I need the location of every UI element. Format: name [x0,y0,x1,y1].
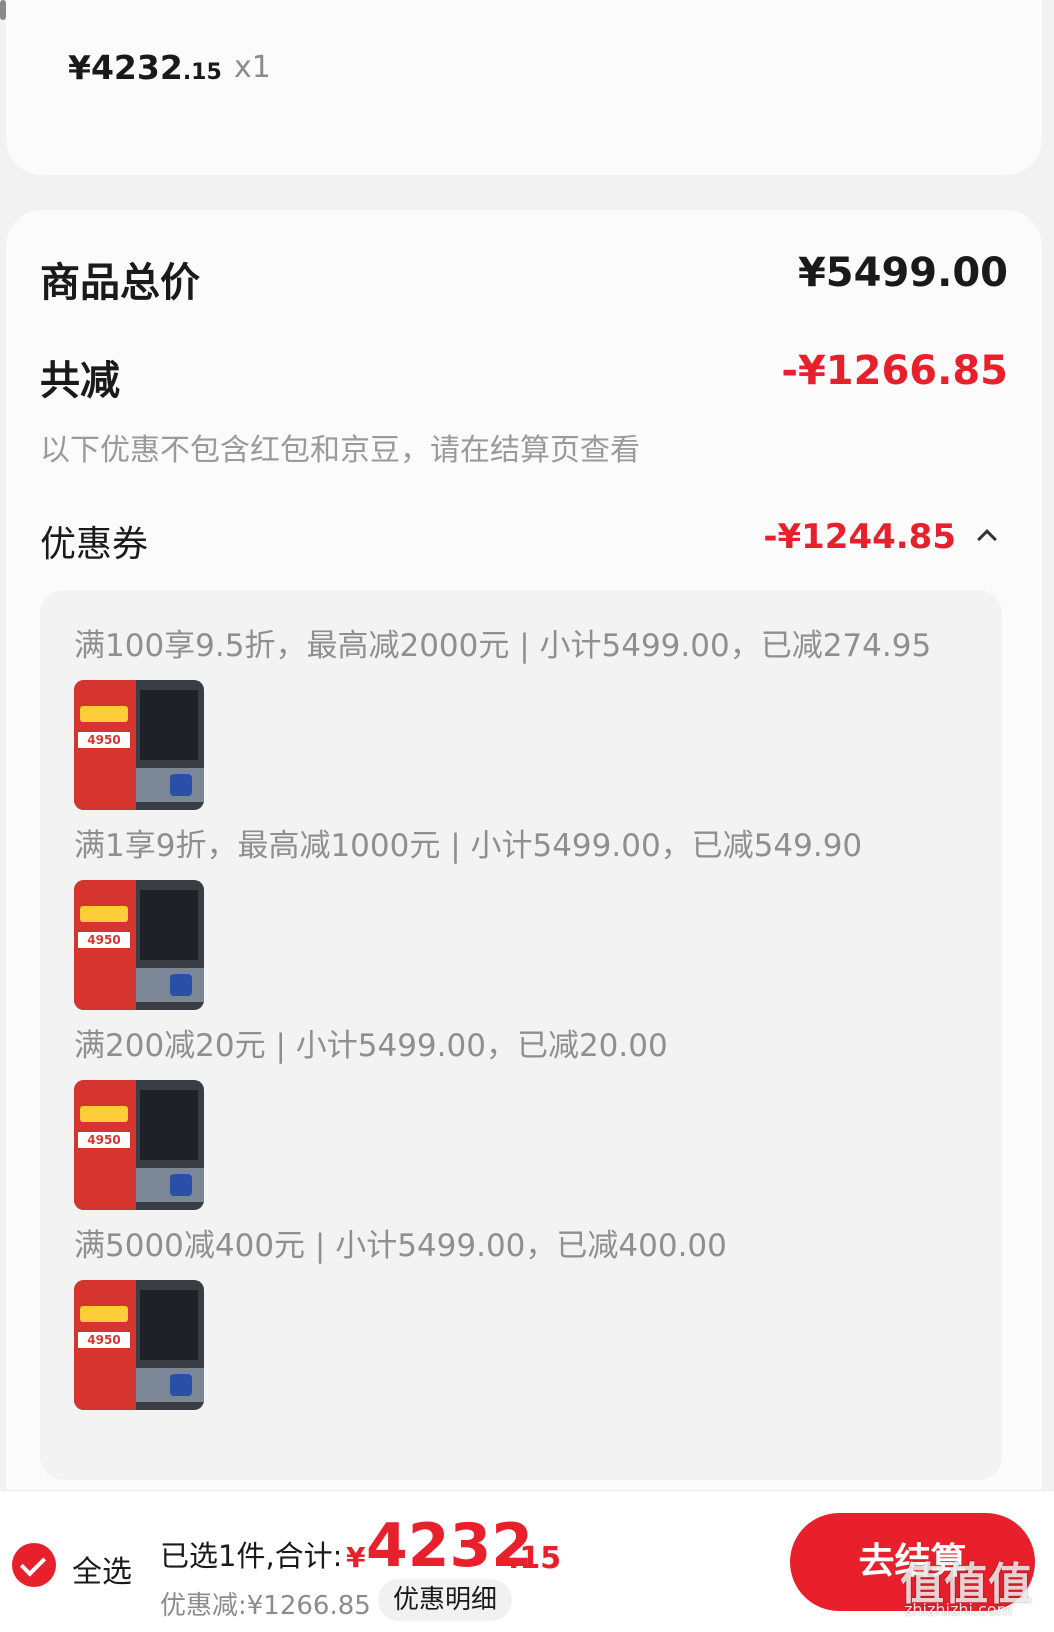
product-quantity: x1 [234,50,271,85]
coupon-rule: 满200减20元 | 小计5499.00，已减20.00 [74,1028,668,1064]
chevron-up-icon[interactable] [977,529,997,549]
checkbox-checked-icon[interactable] [12,1543,56,1587]
reduction-value: -¥1266.85 [781,348,1008,394]
select-all-label[interactable]: 全选 [72,1547,132,1591]
product-price: ¥4232.15 [68,48,222,87]
coupon-value[interactable]: -¥1244.85 [763,517,956,557]
total-price-value: ¥5499.00 [797,250,1008,296]
reduction-label: 共减 [40,358,120,404]
product-thumbnail[interactable]: 4950 [74,1280,204,1410]
discount-note: 以下优惠不包含红包和京豆，请在结算页查看 [40,433,640,468]
total-amount-decimal: .15 [508,1541,562,1576]
coupon-detail-list: 满100享9.5折，最高减2000元 | 小计5499.00，已减274.95 … [40,590,1002,1480]
product-thumbnail[interactable]: 4950 [74,880,204,1010]
coupon-rule: 满100享9.5折，最高减2000元 | 小计5499.00，已减274.95 [74,628,932,664]
selected-summary: 已选1件,合计: [160,1539,343,1573]
discount-detail-button[interactable]: 优惠明细 [378,1579,512,1621]
coupon-rule: 满5000减400元 | 小计5499.00，已减400.00 [74,1228,727,1264]
site-watermark-url: zhizhizhi.com [904,1600,1013,1619]
discount-total: 优惠减:¥1266.85 [160,1591,371,1621]
coupon-rule: 满1享9折，最高减1000元 | 小计5499.00，已减549.90 [74,828,863,864]
total-currency: ¥ [346,1541,366,1574]
product-thumbnail[interactable]: 4950 [74,680,204,810]
coupon-label: 优惠券 [40,524,149,565]
price-summary-card: 商品总价 ¥5499.00 共减 -¥1266.85 以下优惠不包含红包和京豆，… [6,210,1042,1510]
product-card: 9折 ¥4232.15 x1 [6,0,1042,175]
product-thumbnail[interactable]: 4950 [74,1080,204,1210]
total-price-label: 商品总价 [40,260,200,306]
checkout-bar: 全选 已选1件,合计: ¥ 4232 .15 优惠减:¥1266.85 优惠明细… [0,1490,1054,1632]
